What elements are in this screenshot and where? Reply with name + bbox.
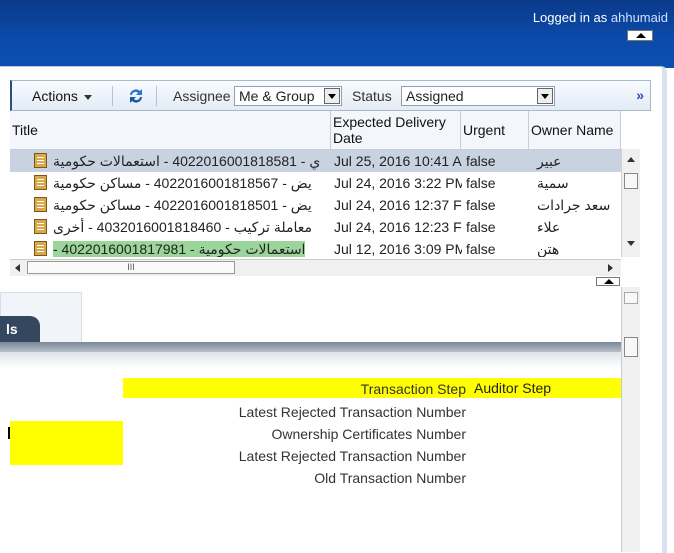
tab-details[interactable]: ls: [0, 316, 40, 344]
row-urgent: false: [466, 197, 496, 213]
status-label: Status: [352, 88, 392, 104]
row-title: يض - 4022016001818501 - مساكن حكومية: [53, 197, 312, 213]
scroll-thumb[interactable]: III: [27, 261, 235, 274]
section-band: [0, 352, 621, 368]
row-owner: هتن: [537, 241, 560, 257]
transaction-step-label: Transaction Step: [360, 381, 466, 397]
row-owner: سعد جرادات: [537, 197, 611, 213]
row-title-highlight: - 4022016001817981 - استعمالات حكومية: [53, 241, 306, 257]
scroll-down-icon[interactable]: [627, 241, 635, 246]
scroll-right-icon[interactable]: [608, 264, 613, 272]
row-date: Jul 24, 2016 12:23 F: [334, 219, 462, 235]
scroll-thumb[interactable]: [624, 173, 638, 189]
left-field-highlight: [10, 421, 123, 465]
toolbar-divider: [112, 86, 113, 106]
table-row[interactable]: يض - 4022016001818501 - مساكن حكومية Jul…: [10, 194, 621, 216]
more-toolbar-icon[interactable]: »: [636, 87, 644, 103]
row-urgent: false: [466, 153, 496, 169]
row-date: Jul 24, 2016 12:37 F: [334, 197, 462, 213]
splitter-collapse-button[interactable]: [596, 277, 620, 286]
table-horizontal-scrollbar[interactable]: III: [10, 259, 621, 276]
table-row[interactable]: ي - 4022016001818581 - استعمالات حكومية …: [10, 150, 621, 172]
chevron-down-icon: [83, 94, 92, 100]
latest-rejected-transaction-label-2: Latest Rejected Transaction Number: [238, 448, 466, 464]
actions-menu[interactable]: Actions: [32, 88, 92, 104]
scroll-up-icon[interactable]: [627, 157, 635, 162]
username-link[interactable]: ahhumaid: [611, 10, 668, 25]
task-toolbar: Actions Assignee Me & Group Status Assig…: [10, 80, 651, 111]
row-urgent: false: [466, 219, 496, 235]
table-row[interactable]: - 4022016001817981 - استعمالات حكومية Ju…: [10, 238, 621, 257]
table-row[interactable]: معاملة تركيب - 4032016001818460 - أخرى J…: [10, 216, 621, 238]
assignee-value: Me & Group: [239, 88, 315, 104]
row-urgent: false: [466, 175, 496, 191]
column-date-line1: Expected Delivery: [333, 114, 446, 130]
scroll-thumb[interactable]: [624, 292, 638, 304]
actions-label: Actions: [32, 88, 78, 104]
row-date: Jul 25, 2016 10:41 A: [334, 153, 462, 169]
table-vertical-scrollbar[interactable]: [621, 149, 640, 257]
logged-in-label: Logged in as: [532, 10, 611, 25]
row-title: معاملة تركيب - 4032016001818460 - أخرى: [53, 219, 312, 235]
row-date: Jul 12, 2016 3:09 PM: [334, 241, 462, 257]
row-title: - 4022016001817981 - استعمالات حكومية: [10, 238, 330, 257]
column-owner-name[interactable]: Owner Name: [529, 111, 621, 149]
logged-in-text: Logged in as ahhumaid: [533, 10, 668, 25]
details-vertical-scrollbar[interactable]: [621, 287, 640, 552]
status-value: Assigned: [406, 88, 464, 104]
toolbar-divider: [156, 86, 157, 106]
row-owner: عبير: [537, 153, 562, 169]
column-urgent[interactable]: Urgent: [461, 111, 529, 149]
refresh-icon[interactable]: [126, 86, 146, 106]
latest-rejected-transaction-label: Latest Rejected Transaction Number: [238, 404, 466, 420]
column-title[interactable]: Title: [10, 111, 331, 149]
old-transaction-label: Old Transaction Number: [314, 470, 466, 486]
scroll-left-icon[interactable]: [15, 264, 20, 272]
collapse-header-button[interactable]: [627, 30, 653, 41]
row-date: Jul 24, 2016 3:22 PM: [334, 175, 462, 191]
ownership-certificates-label: Ownership Certificates Number: [271, 426, 466, 442]
status-select[interactable]: Assigned: [401, 86, 555, 106]
assignee-select[interactable]: Me & Group: [234, 86, 342, 106]
table-row[interactable]: يض - 4022016001818567 - مساكن حكومية Jul…: [10, 172, 621, 194]
row-urgent: false: [466, 241, 496, 257]
row-title: ي - 4022016001818581 - استعمالات حكومية: [53, 153, 321, 169]
dropdown-arrow-icon[interactable]: [324, 88, 340, 104]
row-owner: سمية: [537, 175, 569, 191]
column-date-line2: Date: [333, 130, 363, 146]
assignee-label: Assignee: [173, 88, 231, 104]
scroll-thumb[interactable]: [624, 337, 638, 357]
transaction-step-value: Auditor Step: [474, 380, 552, 396]
table-rows: ي - 4022016001818581 - استعمالات حكومية …: [10, 149, 621, 257]
column-expected-delivery[interactable]: Expected Delivery Date: [331, 111, 461, 149]
text-cursor-mark: [8, 427, 10, 439]
row-owner: علاء: [537, 219, 561, 235]
top-header: Logged in as ahhumaid: [0, 0, 674, 68]
table-header: Title Expected Delivery Date Urgent Owne…: [10, 111, 621, 150]
row-title: يض - 4022016001818567 - مساكن حكومية: [53, 175, 312, 191]
tab-underline: [0, 342, 621, 352]
dropdown-arrow-icon[interactable]: [537, 88, 553, 104]
tab-label: ls: [6, 321, 18, 337]
